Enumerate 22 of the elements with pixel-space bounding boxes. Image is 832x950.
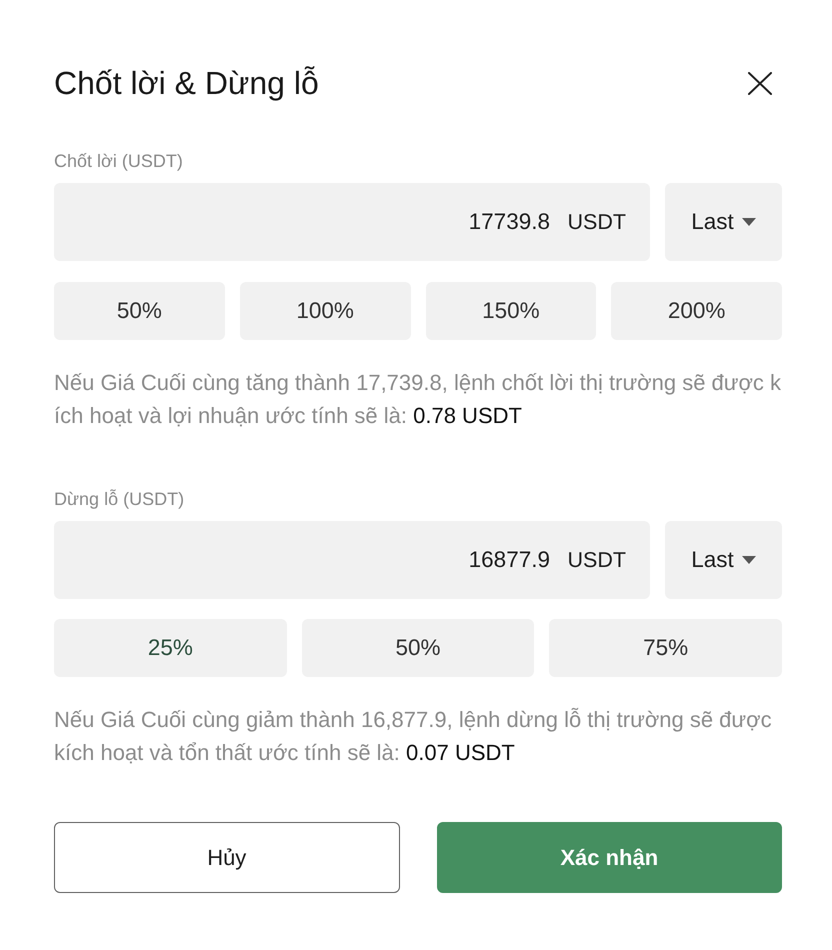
percent-button[interactable]: 50% — [54, 282, 225, 340]
percent-button[interactable]: 100% — [240, 282, 410, 340]
close-button[interactable] — [748, 72, 772, 94]
caret-icon — [742, 556, 756, 564]
estimate-text: Nếu Giá Cuối cùng giảm thành 16,877.9, lệnh dừng lỗ thị trường sẽ được kích hoạt và tổn thất ước tính sẽ là: 0.07 USDT — [54, 706, 773, 767]
field-label: Dừng lỗ (USDT) — [54, 488, 186, 511]
field-label: Chốt lời (USDT) — [54, 150, 184, 173]
percent-button[interactable]: 50% — [302, 619, 534, 677]
percent-button[interactable]: 75% — [549, 619, 782, 677]
estimate-text: Nếu Giá Cuối cùng tăng thành 17,739.8, lệnh chốt lời thị trường sẽ được kích hoạt và lợi nhuận ước tính sẽ là: 0.78 USDT — [54, 369, 782, 430]
unit-label: USDT — [567, 209, 626, 235]
percent-button[interactable]: 25% — [54, 619, 287, 677]
percent-button[interactable]: 200% — [611, 282, 782, 340]
caret-icon — [742, 218, 756, 226]
cancel-button[interactable]: Hủy — [54, 822, 400, 893]
unit-label: USDT — [567, 547, 626, 573]
dialog-title: Chốt lời & Dừng lỗ — [54, 64, 319, 103]
close-icon — [748, 72, 772, 94]
confirm-button[interactable]: Xác nhận — [436, 822, 782, 893]
trigger-dropdown[interactable]: Last — [665, 521, 782, 599]
trigger-dropdown[interactable]: Last — [665, 183, 782, 261]
percent-button[interactable]: 150% — [426, 282, 596, 340]
